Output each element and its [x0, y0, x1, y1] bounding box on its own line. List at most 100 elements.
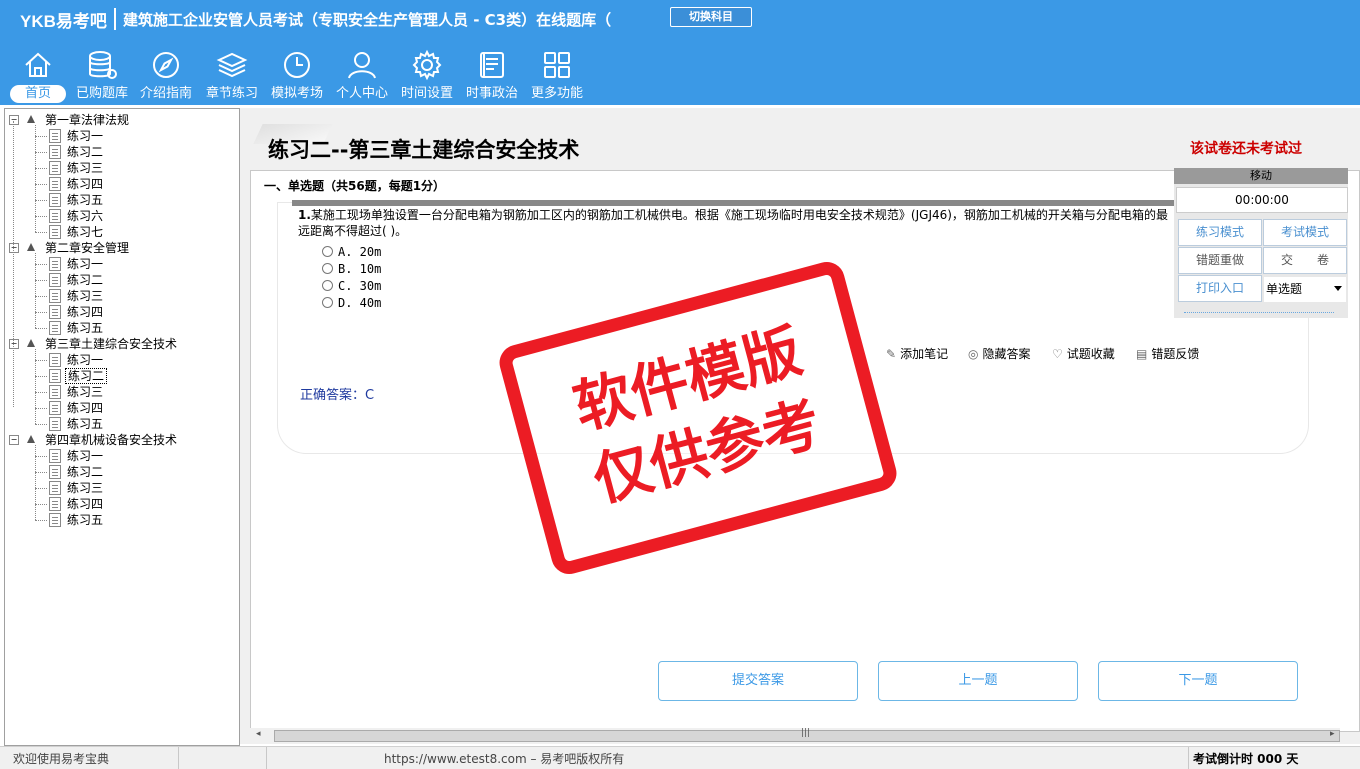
print-button[interactable]: 打印入口	[1178, 275, 1262, 302]
nav-label-more: 更多功能	[530, 86, 583, 101]
triangle-icon	[27, 435, 35, 443]
tree-item-label: 练习一	[67, 353, 104, 367]
scroll-left-icon[interactable]: ◂	[256, 729, 261, 739]
tree-connector	[35, 152, 47, 153]
tree-item-label: 练习五	[67, 417, 104, 431]
nav-home[interactable]: 首页	[6, 44, 70, 104]
app-logo: YKB易考吧	[20, 12, 107, 31]
collapse-icon[interactable]: −	[9, 435, 19, 445]
chevron-down-icon	[1334, 286, 1342, 291]
tree-item-label: 练习四	[67, 497, 104, 511]
tree-connector	[35, 200, 47, 201]
collapse-icon[interactable]: −	[9, 243, 19, 253]
document-icon	[49, 257, 61, 271]
option-c[interactable]: C. 30m	[322, 279, 381, 293]
add-note-button[interactable]: ✎ 添加笔记	[886, 345, 948, 362]
document-icon	[49, 321, 61, 335]
nav-purchased[interactable]: 已购题库	[70, 44, 134, 104]
tree-connector	[35, 232, 47, 233]
next-question-button[interactable]: 下一题	[1098, 661, 1298, 701]
exam-countdown: 考试倒计时 000 天	[1193, 752, 1299, 766]
scroll-thumb[interactable]: |||	[274, 728, 1340, 742]
document-icon	[49, 369, 61, 383]
tree-connector	[35, 360, 47, 361]
option-d[interactable]: D. 40m	[322, 296, 381, 310]
favorite-label: 试题收藏	[1066, 347, 1115, 361]
radio-icon[interactable]	[322, 263, 333, 274]
horizontal-scrollbar[interactable]: ◂ ||| ▸	[250, 728, 1340, 742]
nav-label-profile: 个人中心	[335, 86, 388, 101]
copyright-text: https://www.etest8.com – 易考吧版权所有	[384, 752, 625, 766]
compass-icon	[153, 52, 179, 78]
tree-chapter-label: 第三章土建综合安全技术	[45, 337, 178, 351]
exam-mode-button[interactable]: 考试模式	[1263, 219, 1347, 246]
tree-connector	[35, 168, 47, 169]
tree-item-label: 练习五	[67, 193, 104, 207]
tree-item-label: 练习三	[67, 385, 104, 399]
tree-connector	[35, 472, 47, 473]
nav-label-time-settings: 时间设置	[400, 86, 453, 101]
nav-time-settings[interactable]: 时间设置	[395, 44, 459, 104]
radio-icon[interactable]	[322, 297, 333, 308]
nav-current-affairs[interactable]: 时事政治	[460, 44, 524, 104]
exam-status: 该试卷还未考试过	[1190, 141, 1302, 157]
correct-answer: 正确答案：C	[300, 388, 375, 403]
hide-answer-label: 隐藏答案	[982, 347, 1031, 361]
feedback-button[interactable]: ▤ 错题反馈	[1136, 345, 1199, 362]
question-text: 1.某施工现场单独设置一台分配电箱为钢筋加工区内的钢筋加工机械供电。根据《施工现…	[298, 207, 1168, 239]
nav-label-purchased: 已购题库	[75, 86, 128, 101]
hide-answer-button[interactable]: ◎ 隐藏答案	[968, 345, 1031, 362]
option-b[interactable]: B. 10m	[322, 262, 381, 276]
document-icon	[49, 513, 61, 527]
panel-scrollbar[interactable]	[1184, 312, 1334, 314]
option-a[interactable]: A. 20m	[322, 245, 381, 259]
nav-label-home: 首页	[10, 85, 66, 103]
document-icon	[49, 209, 61, 223]
question-stem: 某施工现场单独设置一台分配电箱为钢筋加工区内的钢筋加工机械供电。根据《施工现场临…	[298, 208, 1168, 238]
home-icon	[25, 52, 51, 77]
document-icon	[49, 417, 61, 431]
submit-answer-button[interactable]: 提交答案	[658, 661, 858, 701]
tree-chapter-label: 第二章安全管理	[45, 241, 130, 255]
nav-mock-exam[interactable]: 模拟考场	[265, 44, 329, 104]
grid-icon	[544, 52, 570, 78]
collapse-icon[interactable]: −	[9, 339, 19, 349]
document-icon	[49, 385, 61, 399]
tree-item-label: 练习三	[67, 289, 104, 303]
document-icon	[49, 465, 61, 479]
nav-label-current-affairs: 时事政治	[465, 86, 518, 101]
practice-mode-button[interactable]: 练习模式	[1178, 219, 1262, 246]
favorite-button[interactable]: ♡ 试题收藏	[1052, 345, 1115, 362]
redo-wrong-button[interactable]: 错题重做	[1178, 247, 1262, 274]
question-header-bar	[292, 200, 1192, 206]
radio-icon[interactable]	[322, 280, 333, 291]
scroll-right-icon[interactable]: ▸	[1330, 729, 1335, 739]
document-icon	[49, 401, 61, 415]
nav-more[interactable]: 更多功能	[525, 44, 589, 104]
app-title: 建筑施工企业安管人员考试（专职安全生产管理人员 - C3类）在线题库（	[123, 11, 612, 29]
tree-connector	[35, 184, 47, 185]
tree-connector	[35, 296, 47, 297]
gear-icon	[412, 49, 442, 81]
add-note-label: 添加笔记	[900, 347, 949, 361]
tree-connector	[35, 253, 36, 328]
control-panel: 移动 00:00:00 练习模式 考试模式 错题重做 交 卷 打印入口 单选题	[1174, 168, 1348, 318]
question-type-select[interactable]: 单选题	[1264, 277, 1346, 302]
switch-subject-button[interactable]: 切换科目	[670, 7, 752, 27]
tree-chapter-label: 第一章法律法规	[45, 113, 130, 127]
document-icon	[49, 305, 61, 319]
question-type-value: 单选题	[1266, 282, 1303, 296]
panel-move-handle[interactable]: 移动	[1174, 168, 1348, 184]
document-icon	[49, 225, 61, 239]
document-icon	[49, 161, 61, 175]
collapse-icon[interactable]: −	[9, 115, 19, 125]
tree-item-label: 练习一	[67, 129, 104, 143]
nav-guide[interactable]: 介绍指南	[134, 44, 198, 104]
submit-paper-button[interactable]: 交 卷	[1263, 247, 1347, 274]
nav-profile[interactable]: 个人中心	[330, 44, 394, 104]
radio-icon[interactable]	[322, 246, 333, 257]
tree-connector	[35, 392, 47, 393]
prev-question-button[interactable]: 上一题	[878, 661, 1078, 701]
nav-chapter-practice[interactable]: 章节练习	[200, 44, 264, 104]
triangle-icon	[27, 243, 35, 251]
